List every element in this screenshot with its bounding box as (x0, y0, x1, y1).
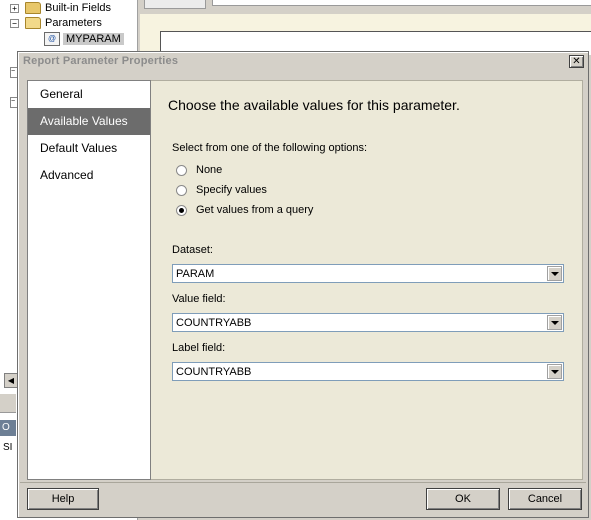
cancel-button[interactable]: Cancel (508, 488, 582, 510)
dataset-label: Dataset: (172, 244, 213, 256)
option-none[interactable]: None (176, 163, 222, 177)
dropdown-arrow-icon[interactable] (547, 315, 562, 330)
label-field-label: Label field: (172, 342, 226, 354)
nav-item-advanced[interactable]: Advanced (28, 162, 150, 189)
solution-tab[interactable]: SI (0, 440, 16, 456)
footer-divider (20, 482, 586, 483)
tree-item-myparam[interactable]: @ MYPARAM (44, 31, 124, 47)
dropdown-arrow-icon[interactable] (547, 364, 562, 379)
close-button[interactable]: ✕ (569, 55, 584, 68)
dataset-value: PARAM (176, 268, 215, 280)
radio-button[interactable] (176, 164, 187, 176)
tree-item-label: MYPARAM (63, 33, 124, 45)
properties-nav: General Available Values Default Values … (27, 80, 151, 480)
tree-item-label: Built-in Fields (45, 2, 112, 14)
dataset-select[interactable]: PARAM (172, 264, 564, 283)
option-specify-values[interactable]: Specify values (176, 183, 267, 197)
value-field-value: COUNTRYABB (176, 317, 252, 329)
radio-button[interactable] (176, 184, 187, 196)
output-tab[interactable]: O (0, 420, 16, 436)
tree-item-label: Parameters (45, 17, 102, 29)
dropdown-arrow-icon[interactable] (547, 266, 562, 281)
document-tab[interactable] (144, 0, 206, 9)
collapse-icon[interactable]: − (10, 18, 19, 28)
close-icon: ✕ (572, 56, 581, 67)
label-field-value: COUNTRYABB (176, 366, 252, 378)
tree-item-built-in-fields[interactable]: + Built-in Fields (10, 0, 111, 16)
radio-label: Specify values (196, 184, 267, 196)
radio-button-checked[interactable] (176, 204, 187, 216)
available-values-panel: Choose the available values for this par… (151, 80, 583, 480)
toolbar-strip (0, 394, 16, 413)
parameter-icon: @ (44, 32, 60, 46)
radio-label: Get values from a query (196, 204, 314, 216)
folder-icon (25, 2, 41, 14)
open-folder-icon (25, 17, 41, 29)
nav-item-available-values[interactable]: Available Values (28, 108, 150, 135)
expand-icon[interactable]: + (10, 3, 19, 13)
ok-button[interactable]: OK (426, 488, 500, 510)
tree-item-parameters[interactable]: − Parameters (10, 15, 102, 31)
panel-heading: Choose the available values for this par… (168, 97, 460, 113)
dialog-title: Report Parameter Properties (23, 55, 179, 67)
value-field-select[interactable]: COUNTRYABB (172, 313, 564, 332)
value-field-label: Value field: (172, 293, 226, 305)
scroll-left-button[interactable]: ◀ (4, 373, 18, 388)
help-button[interactable]: Help (27, 488, 99, 510)
nav-item-general[interactable]: General (28, 81, 150, 108)
radio-label: None (196, 164, 223, 176)
document-tab-strip (212, 0, 591, 6)
nav-item-default-values[interactable]: Default Values (28, 135, 150, 162)
report-parameter-properties-dialog: Report Parameter Properties ✕ General Av… (17, 51, 589, 518)
dialog-titlebar[interactable]: Report Parameter Properties ✕ (20, 54, 586, 71)
options-label: Select from one of the following options… (172, 142, 368, 154)
label-field-select[interactable]: COUNTRYABB (172, 362, 564, 381)
option-get-values-from-query[interactable]: Get values from a query (176, 203, 313, 217)
